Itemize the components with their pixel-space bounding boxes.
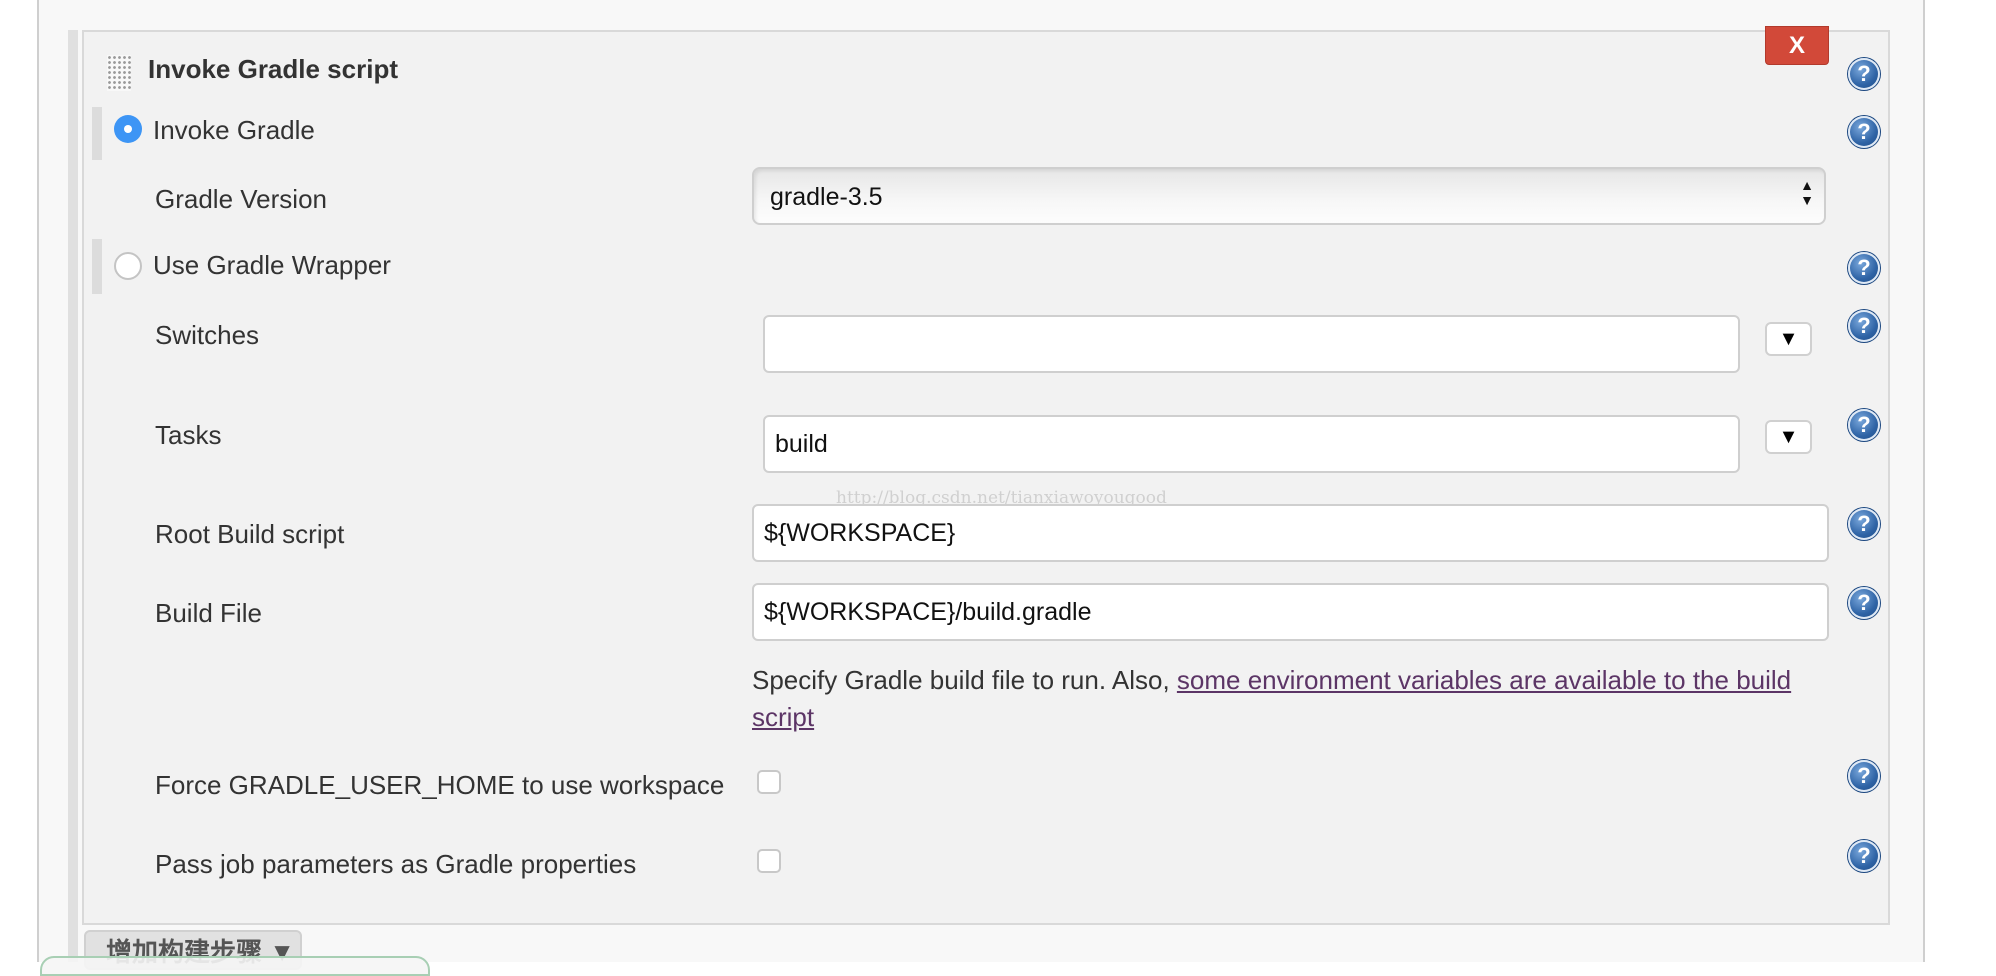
tasks-expand-button[interactable]: ▼ xyxy=(1765,420,1812,454)
root-build-script-input[interactable]: ${WORKSPACE} xyxy=(752,504,1829,562)
switches-label: Switches xyxy=(155,320,260,350)
build-file-input[interactable]: ${WORKSPACE}/build.gradle xyxy=(752,583,1829,641)
help-icon[interactable]: ? xyxy=(1848,409,1880,441)
force-gradle-user-home-label: Force GRADLE_USER_HOME to use workspace xyxy=(155,770,725,800)
use-gradle-wrapper-label[interactable]: Use Gradle Wrapper xyxy=(153,250,391,281)
use-gradle-wrapper-radio[interactable] xyxy=(114,252,142,280)
invoke-gradle-label[interactable]: Invoke Gradle xyxy=(153,115,315,146)
root-build-script-label: Root Build script xyxy=(155,519,345,549)
help-icon[interactable]: ? xyxy=(1848,252,1880,284)
help-icon[interactable]: ? xyxy=(1848,58,1880,90)
help-icon[interactable]: ? xyxy=(1848,310,1880,342)
force-gradle-user-home-checkbox[interactable] xyxy=(757,770,781,794)
help-icon[interactable]: ? xyxy=(1848,116,1880,148)
build-step-title: Invoke Gradle script xyxy=(148,54,398,84)
gradle-version-value: gradle-3.5 xyxy=(770,183,883,211)
tasks-input[interactable]: build xyxy=(763,415,1740,473)
help-icon[interactable]: ? xyxy=(1848,760,1880,792)
help-icon[interactable]: ? xyxy=(1848,508,1880,540)
switches-expand-button[interactable]: ▼ xyxy=(1765,322,1812,356)
help-icon[interactable]: ? xyxy=(1848,587,1880,619)
gradle-version-select[interactable]: gradle-3.5 ▲ ▼ xyxy=(752,167,1826,225)
section-side-bar xyxy=(68,30,78,962)
gradle-version-label: Gradle Version xyxy=(155,184,327,214)
radio-group-bar xyxy=(92,107,102,160)
help-icon[interactable]: ? xyxy=(1848,840,1880,872)
delete-step-button[interactable]: X xyxy=(1765,26,1829,65)
radio-group-bar xyxy=(92,239,102,294)
pass-job-parameters-checkbox[interactable] xyxy=(757,849,781,873)
select-arrows-icon: ▲ ▼ xyxy=(1800,177,1814,208)
build-file-description: Specify Gradle build file to run. Also, … xyxy=(752,662,1832,736)
build-file-label: Build File xyxy=(155,598,262,628)
build-file-description-text: Specify Gradle build file to run. Also, xyxy=(752,665,1177,695)
tasks-label: Tasks xyxy=(155,420,222,450)
switches-input[interactable] xyxy=(763,315,1740,373)
drag-handle-icon[interactable] xyxy=(107,55,131,91)
overlay-popup xyxy=(40,956,430,976)
pass-job-parameters-label: Pass job parameters as Gradle properties xyxy=(155,849,637,879)
invoke-gradle-radio[interactable] xyxy=(114,115,142,143)
